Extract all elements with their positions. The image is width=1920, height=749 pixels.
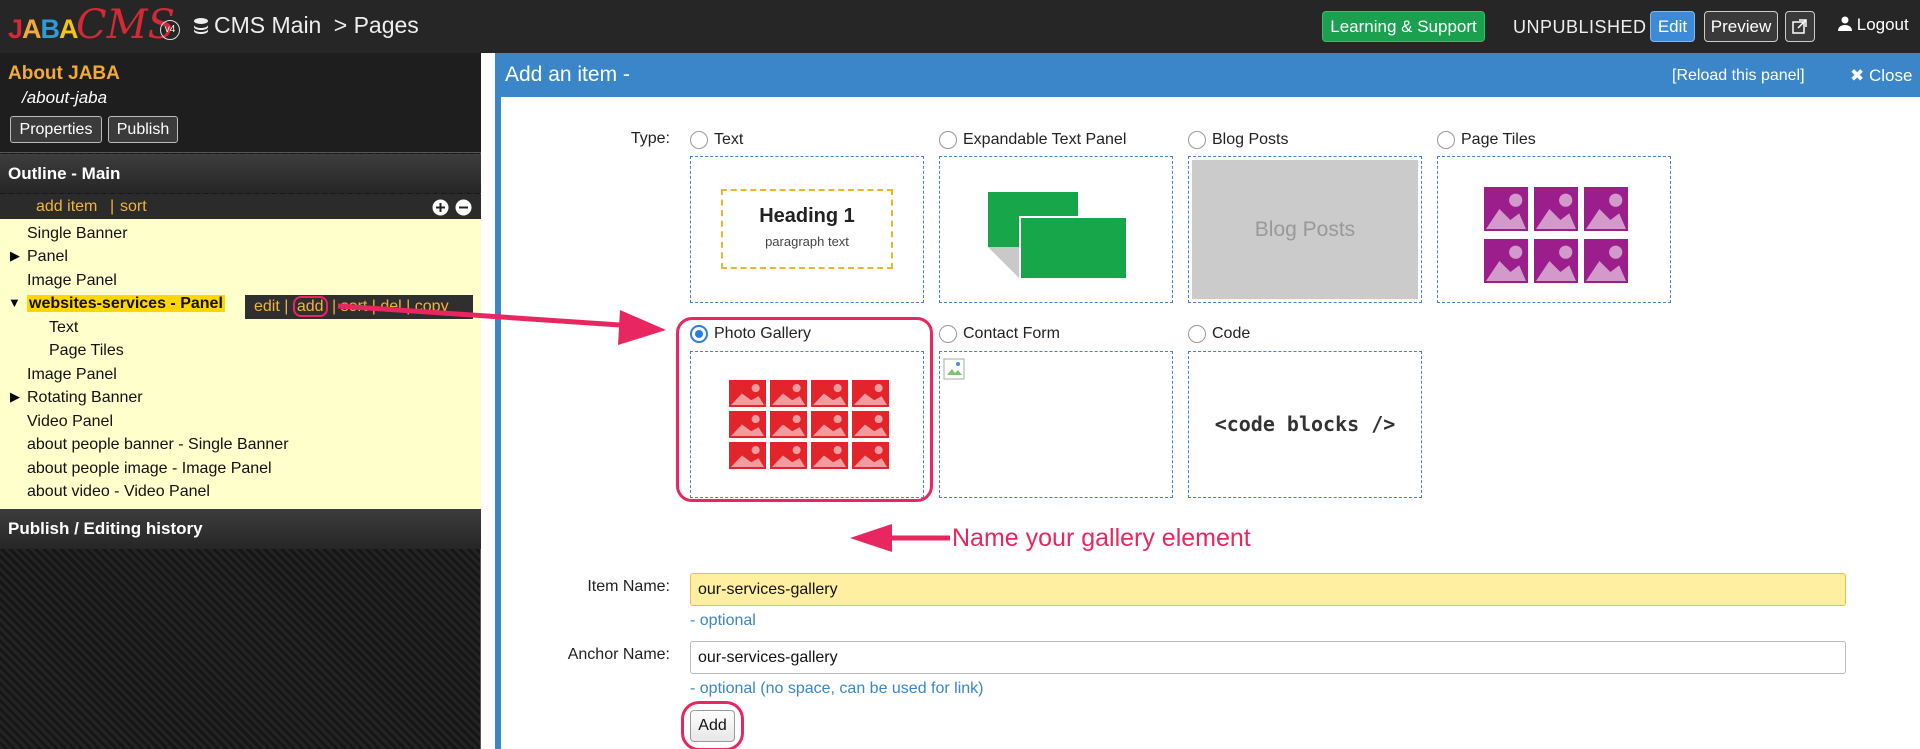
annotation-arrows — [337, 303, 950, 552]
annotation-callout: Name your gallery element — [952, 524, 1251, 552]
